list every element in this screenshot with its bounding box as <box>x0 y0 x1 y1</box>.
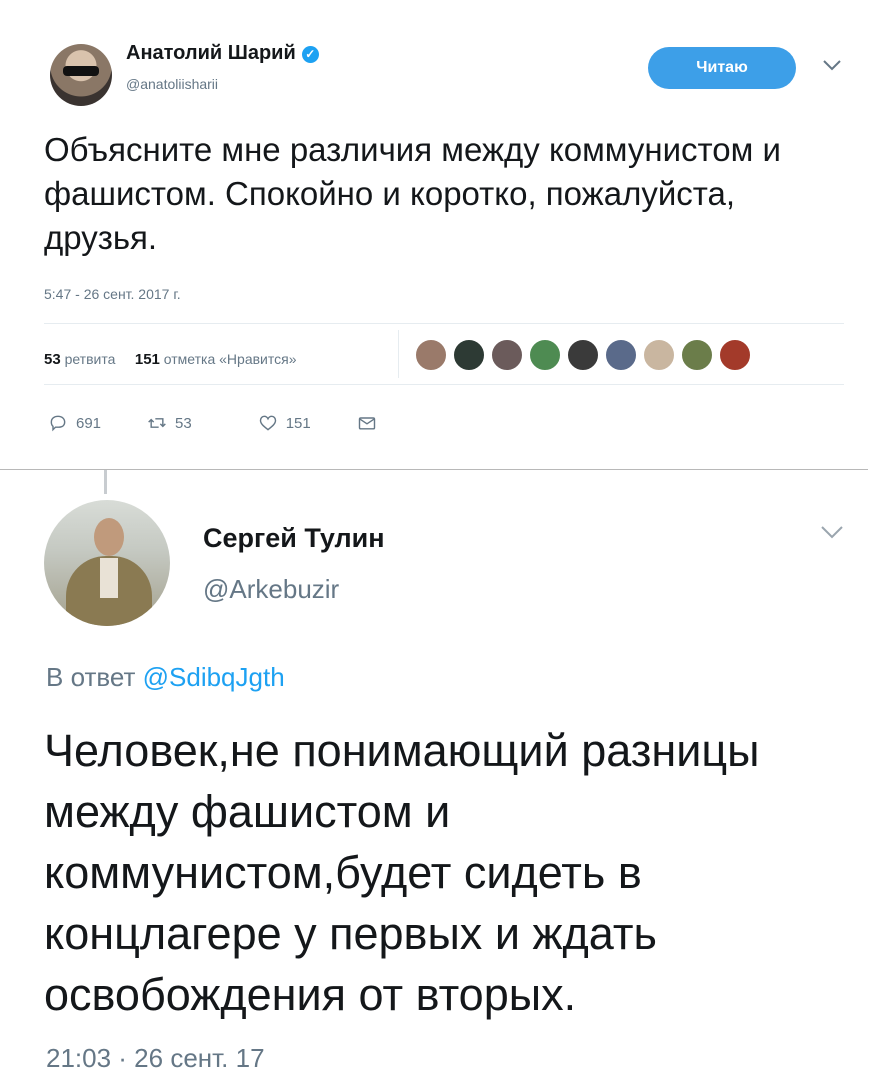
reply-button[interactable]: 691 <box>48 413 101 433</box>
envelope-icon <box>358 417 375 430</box>
like-button[interactable]: 151 <box>258 413 311 433</box>
liker-avatar[interactable] <box>490 338 524 372</box>
author-name-text: Анатолий Шарий <box>126 42 296 64</box>
liker-avatars <box>414 338 752 372</box>
likes-count[interactable]: 151 <box>135 351 160 368</box>
reply-tweet-timestamp[interactable]: 21:03 · 26 сент. 17 <box>46 1043 265 1074</box>
heart-icon <box>259 415 276 431</box>
retweets-count[interactable]: 53 <box>44 351 61 368</box>
screenshot-divider <box>0 469 868 470</box>
reply-author-name[interactable]: Сергей Тулин <box>203 523 385 554</box>
tweet-actions: 691 53 151 <box>48 413 377 433</box>
retweet-icon <box>148 418 166 428</box>
author-handle[interactable]: @anatoliisharii <box>126 76 218 92</box>
liker-avatar[interactable] <box>642 338 676 372</box>
verified-badge-icon: ✓ <box>301 46 319 63</box>
like-count: 151 <box>285 414 311 432</box>
chevron-down-icon[interactable] <box>820 522 844 545</box>
reply-author-avatar[interactable] <box>44 500 170 626</box>
liker-avatar[interactable] <box>528 338 562 372</box>
chevron-down-icon[interactable] <box>822 54 842 77</box>
reply-tweet-text: Человек,не понимающий разницы между фаши… <box>44 725 760 1020</box>
retweet-count: 53 <box>175 414 192 432</box>
retweet-button[interactable]: 53 <box>147 413 192 433</box>
tweet-timestamp[interactable]: 5:47 - 26 сент. 2017 г. <box>44 286 181 302</box>
liker-avatar[interactable] <box>566 338 600 372</box>
liker-avatar[interactable] <box>414 338 448 372</box>
liker-avatar[interactable] <box>452 338 486 372</box>
reply-count: 691 <box>76 414 102 432</box>
reply-author-handle[interactable]: @Arkebuzir <box>203 574 339 605</box>
liker-avatar[interactable] <box>680 338 714 372</box>
retweets-label[interactable]: ретвита <box>65 351 116 367</box>
reply-icon <box>50 415 66 432</box>
likes-label[interactable]: отметка «Нравится» <box>164 351 297 367</box>
liker-avatar[interactable] <box>718 338 752 372</box>
tweet-stats: 53 ретвита 151 отметка «Нравится» <box>44 351 297 368</box>
reply-prefix: В ответ <box>46 662 136 692</box>
reply-to-handle-link[interactable]: @SdibqJgth <box>143 662 285 692</box>
author-name[interactable]: Анатолий Шарий ✓ <box>126 42 319 65</box>
direct-message-button[interactable] <box>357 413 377 433</box>
reply-context: В ответ @SdibqJgth <box>46 662 285 693</box>
divider <box>44 323 844 324</box>
following-button[interactable]: Читаю <box>648 47 796 89</box>
thread-line <box>104 470 107 494</box>
stats-separator <box>398 330 399 378</box>
author-avatar[interactable] <box>50 44 112 106</box>
liker-avatar[interactable] <box>604 338 638 372</box>
tweet-text: Объясните мне различия между коммунистом… <box>44 131 781 256</box>
divider <box>44 384 844 385</box>
